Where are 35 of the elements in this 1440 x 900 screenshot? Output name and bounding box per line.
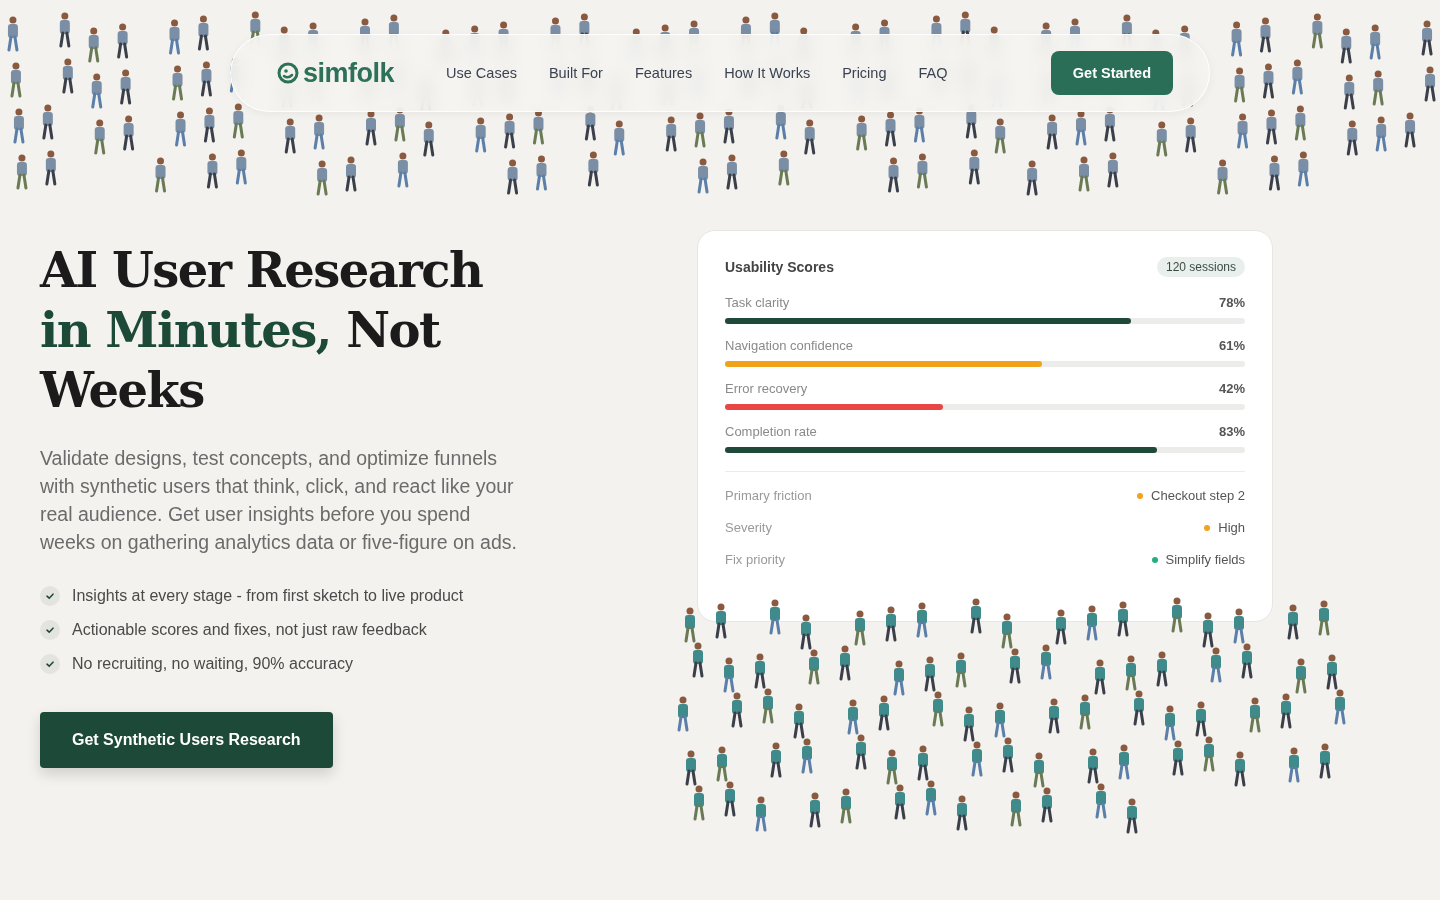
nav-link[interactable]: How It Works [724,65,811,81]
card-title: Usability Scores [725,259,834,275]
research-cta-button[interactable]: Get Synthetic Users Research [40,712,333,768]
feature-text: Insights at every stage - from first sketch to live product [72,587,464,605]
hero-description: Validate designs, test concepts, and optimize funnels with synthetic users that think, click, and react like your real audience. Get user insights before you spend weeks on gathering analytics data or five-figure on ads. [40,446,518,555]
score-label: Error recovery [725,381,808,396]
detail-label: Severity [725,520,772,535]
detail-value: High [1218,520,1245,535]
check-icon [40,620,60,640]
score-label: Task clarity [725,295,790,310]
detail-value: Simplify fields [1165,552,1245,567]
score-label: Navigation confidence [725,338,853,353]
score-value: 83% [1218,424,1245,439]
check-icon [40,654,60,674]
sessions-badge: 120 sessions [1156,257,1245,277]
score-label: Completion rate [725,424,817,439]
nav-link[interactable]: Built For [548,65,603,81]
score-value: 42% [1218,381,1245,396]
nav-link[interactable]: Pricing [842,65,887,81]
get-started-button[interactable]: Get Started [1050,51,1173,95]
score-value: 61% [1218,338,1245,353]
check-icon [40,586,60,606]
nav-link[interactable]: FAQ [918,65,948,81]
nav-link[interactable]: Use Cases [446,65,517,81]
logo-text: simfolk [303,57,395,89]
detail-label: Fix priority [725,552,785,567]
feature-text: No recruiting, no waiting, 90% accuracy [72,655,354,673]
smiley-icon [277,62,299,84]
nav-link[interactable]: Features [634,65,693,81]
score-value: 78% [1218,295,1245,310]
feature-text: Actionable scores and fixes, not just raw feedback [72,621,427,639]
detail-value: Checkout step 2 [1151,488,1245,503]
detail-label: Primary friction [725,488,812,503]
logo[interactable]: simfolk [277,57,395,89]
hero-heading: AI User Research in Minutes, Not Weeks [40,241,484,420]
